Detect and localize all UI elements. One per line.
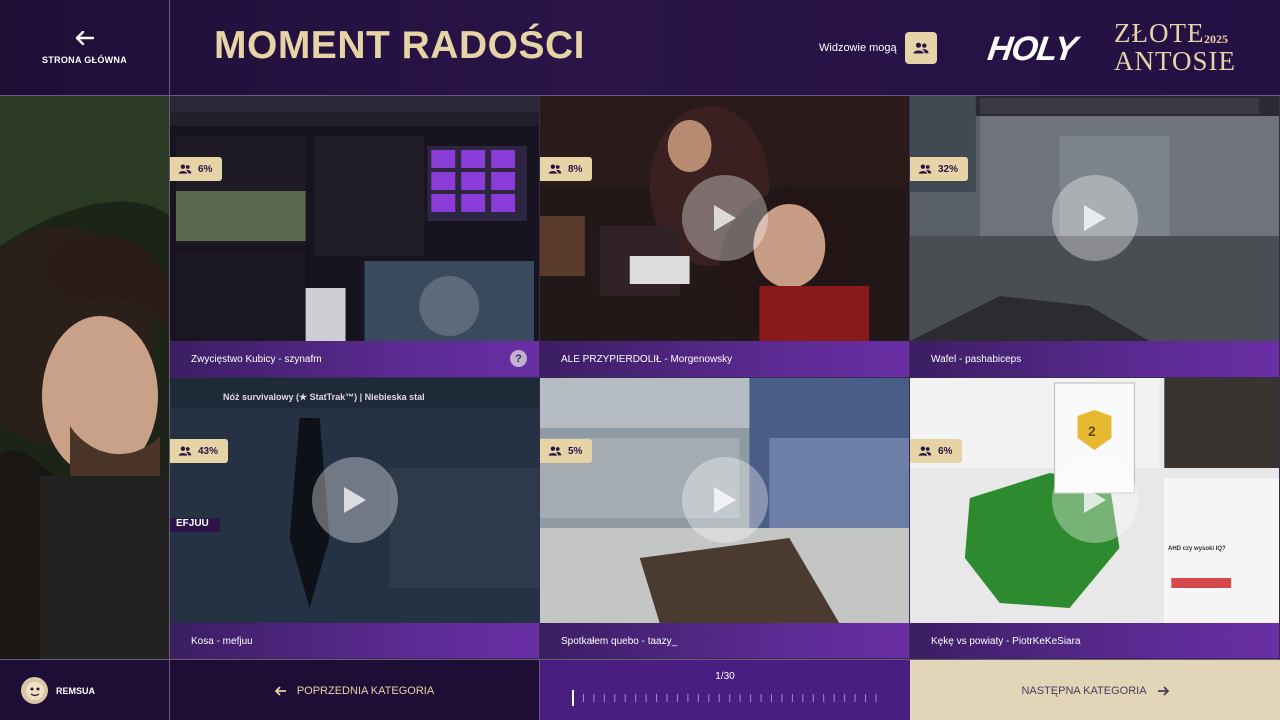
users-icon bbox=[548, 164, 562, 174]
footer: REMSUA POPRZEDNIA KATEGORIA 1/30 NASTĘPN… bbox=[0, 659, 1280, 720]
clip-grid: 6% Zwycięstwo Kubicy - szynafm ? 8% ALE … bbox=[170, 96, 1280, 659]
previous-category-label: POPRZEDNIA KATEGORIA bbox=[296, 684, 435, 697]
clip-thumbnail bbox=[170, 96, 539, 341]
play-button[interactable] bbox=[1051, 457, 1138, 543]
play-icon bbox=[713, 487, 736, 513]
users-icon bbox=[913, 42, 929, 54]
clip-caption: Wafel - pashabiceps bbox=[910, 341, 1279, 377]
play-button[interactable] bbox=[311, 457, 398, 543]
clip-title: Kosa - mefjuu bbox=[191, 635, 253, 647]
logo-line2: ANTOSIE bbox=[1114, 46, 1237, 76]
logo-line1: ZŁOTE bbox=[1114, 18, 1205, 48]
quiz-text: AHD czy wysoki IQ? bbox=[1168, 546, 1226, 552]
viewers-permission: Widzowie mogą bbox=[819, 32, 937, 64]
percent-value: 8% bbox=[568, 163, 583, 175]
arrow-left-icon bbox=[75, 31, 94, 45]
play-button[interactable] bbox=[681, 175, 768, 261]
event-logo: HOLY ZŁOTE ANTOSIE 2025 bbox=[985, 18, 1243, 78]
viewers-label: Widzowie mogą bbox=[819, 42, 897, 54]
play-icon bbox=[1083, 205, 1106, 231]
clip-title: ALE PRZYPIERDOLIŁ - Morgenowsky bbox=[561, 353, 733, 365]
play-icon bbox=[343, 487, 366, 513]
page-title: MOMENT RADOŚCI bbox=[214, 24, 585, 67]
home-label: STRONA GŁÓWNA bbox=[41, 55, 128, 65]
percent-value: 6% bbox=[938, 445, 953, 457]
users-icon bbox=[918, 164, 932, 174]
streamer-tag: EFJUU bbox=[176, 518, 209, 529]
clip-tile[interactable]: 8% ALE PRZYPIERDOLIŁ - Morgenowsky bbox=[540, 96, 910, 378]
percent-value: 6% bbox=[198, 163, 213, 175]
clip-caption: Zwycięstwo Kubicy - szynafm bbox=[170, 341, 539, 377]
clip-title: Wafel - pashabiceps bbox=[931, 353, 1022, 365]
clip-caption: Kękę vs powiaty - PiotrKeKeSiara bbox=[910, 623, 1279, 658]
next-category-button[interactable]: NASTĘPNA KATEGORIA bbox=[910, 660, 1280, 720]
viewer-percent-badge: 6% bbox=[170, 157, 223, 181]
clip-title: Spotkałem quebo - taazy_ bbox=[561, 635, 678, 647]
webcam-figure bbox=[0, 96, 169, 659]
username: REMSUA bbox=[56, 685, 96, 696]
user-info: REMSUA bbox=[0, 660, 170, 720]
users-icon bbox=[178, 164, 192, 174]
rank-number: 2 bbox=[1088, 423, 1096, 439]
clip-caption: Kosa - mefjuu bbox=[170, 623, 539, 658]
help-button[interactable]: ? bbox=[510, 350, 527, 367]
users-icon bbox=[918, 446, 932, 456]
header: STRONA GŁÓWNA MOMENT RADOŚCI Widzowie mo… bbox=[0, 0, 1280, 96]
users-icon bbox=[548, 446, 562, 456]
app-root: STRONA GŁÓWNA MOMENT RADOŚCI Widzowie mo… bbox=[0, 0, 1280, 720]
logo-year: 2025 bbox=[1204, 32, 1228, 46]
viewer-percent-badge: 6% bbox=[910, 439, 963, 463]
progress-count: 1/30 bbox=[715, 671, 735, 682]
play-icon bbox=[713, 205, 736, 231]
clip-title: Kękę vs powiaty - PiotrKeKeSiara bbox=[931, 635, 1081, 647]
arrow-right-icon bbox=[1157, 685, 1169, 696]
clip-tile[interactable]: Nóż survivalowy (★ StatTrak™) | Niebiesk… bbox=[170, 378, 540, 659]
viewer-percent-badge: 8% bbox=[540, 157, 593, 181]
home-button[interactable]: STRONA GŁÓWNA bbox=[0, 0, 170, 96]
viewer-percent-badge: 32% bbox=[910, 157, 969, 181]
logo-brand: HOLY bbox=[985, 30, 1079, 68]
item-name-overlay: Nóż survivalowy (★ StatTrak™) | Niebiesk… bbox=[223, 392, 425, 402]
clip-tile[interactable]: 6% Zwycięstwo Kubicy - szynafm ? bbox=[170, 96, 540, 378]
arrow-left-icon bbox=[274, 685, 286, 696]
clip-caption: Spotkałem quebo - taazy_ bbox=[540, 623, 909, 658]
face-icon bbox=[25, 681, 44, 700]
next-category-label: NASTĘPNA KATEGORIA bbox=[1021, 684, 1147, 697]
percent-value: 43% bbox=[198, 445, 219, 457]
clip-tile[interactable]: 32% Wafel - pashabiceps bbox=[910, 96, 1280, 378]
avatar bbox=[21, 677, 48, 704]
users-icon bbox=[178, 446, 192, 456]
viewers-button[interactable] bbox=[904, 32, 937, 64]
play-icon bbox=[1083, 487, 1106, 513]
clip-tile[interactable]: 2 AHD czy wysoki IQ? 6% Kękę vs powiaty … bbox=[910, 378, 1280, 659]
viewer-percent-badge: 43% bbox=[170, 439, 229, 463]
streamer-webcam bbox=[0, 96, 170, 659]
clip-title: Zwycięstwo Kubicy - szynafm bbox=[191, 353, 322, 365]
progress-ticks bbox=[572, 690, 877, 706]
percent-value: 5% bbox=[568, 445, 583, 457]
percent-value: 32% bbox=[938, 163, 959, 175]
play-button[interactable] bbox=[681, 457, 768, 543]
viewer-percent-badge: 5% bbox=[540, 439, 593, 463]
category-progress: 1/30 bbox=[540, 660, 910, 720]
play-button[interactable] bbox=[1051, 175, 1138, 261]
previous-category-button[interactable]: POPRZEDNIA KATEGORIA bbox=[170, 660, 540, 720]
clip-caption: ALE PRZYPIERDOLIŁ - Morgenowsky bbox=[540, 341, 909, 377]
clip-tile[interactable]: 5% Spotkałem quebo - taazy_ bbox=[540, 378, 910, 659]
